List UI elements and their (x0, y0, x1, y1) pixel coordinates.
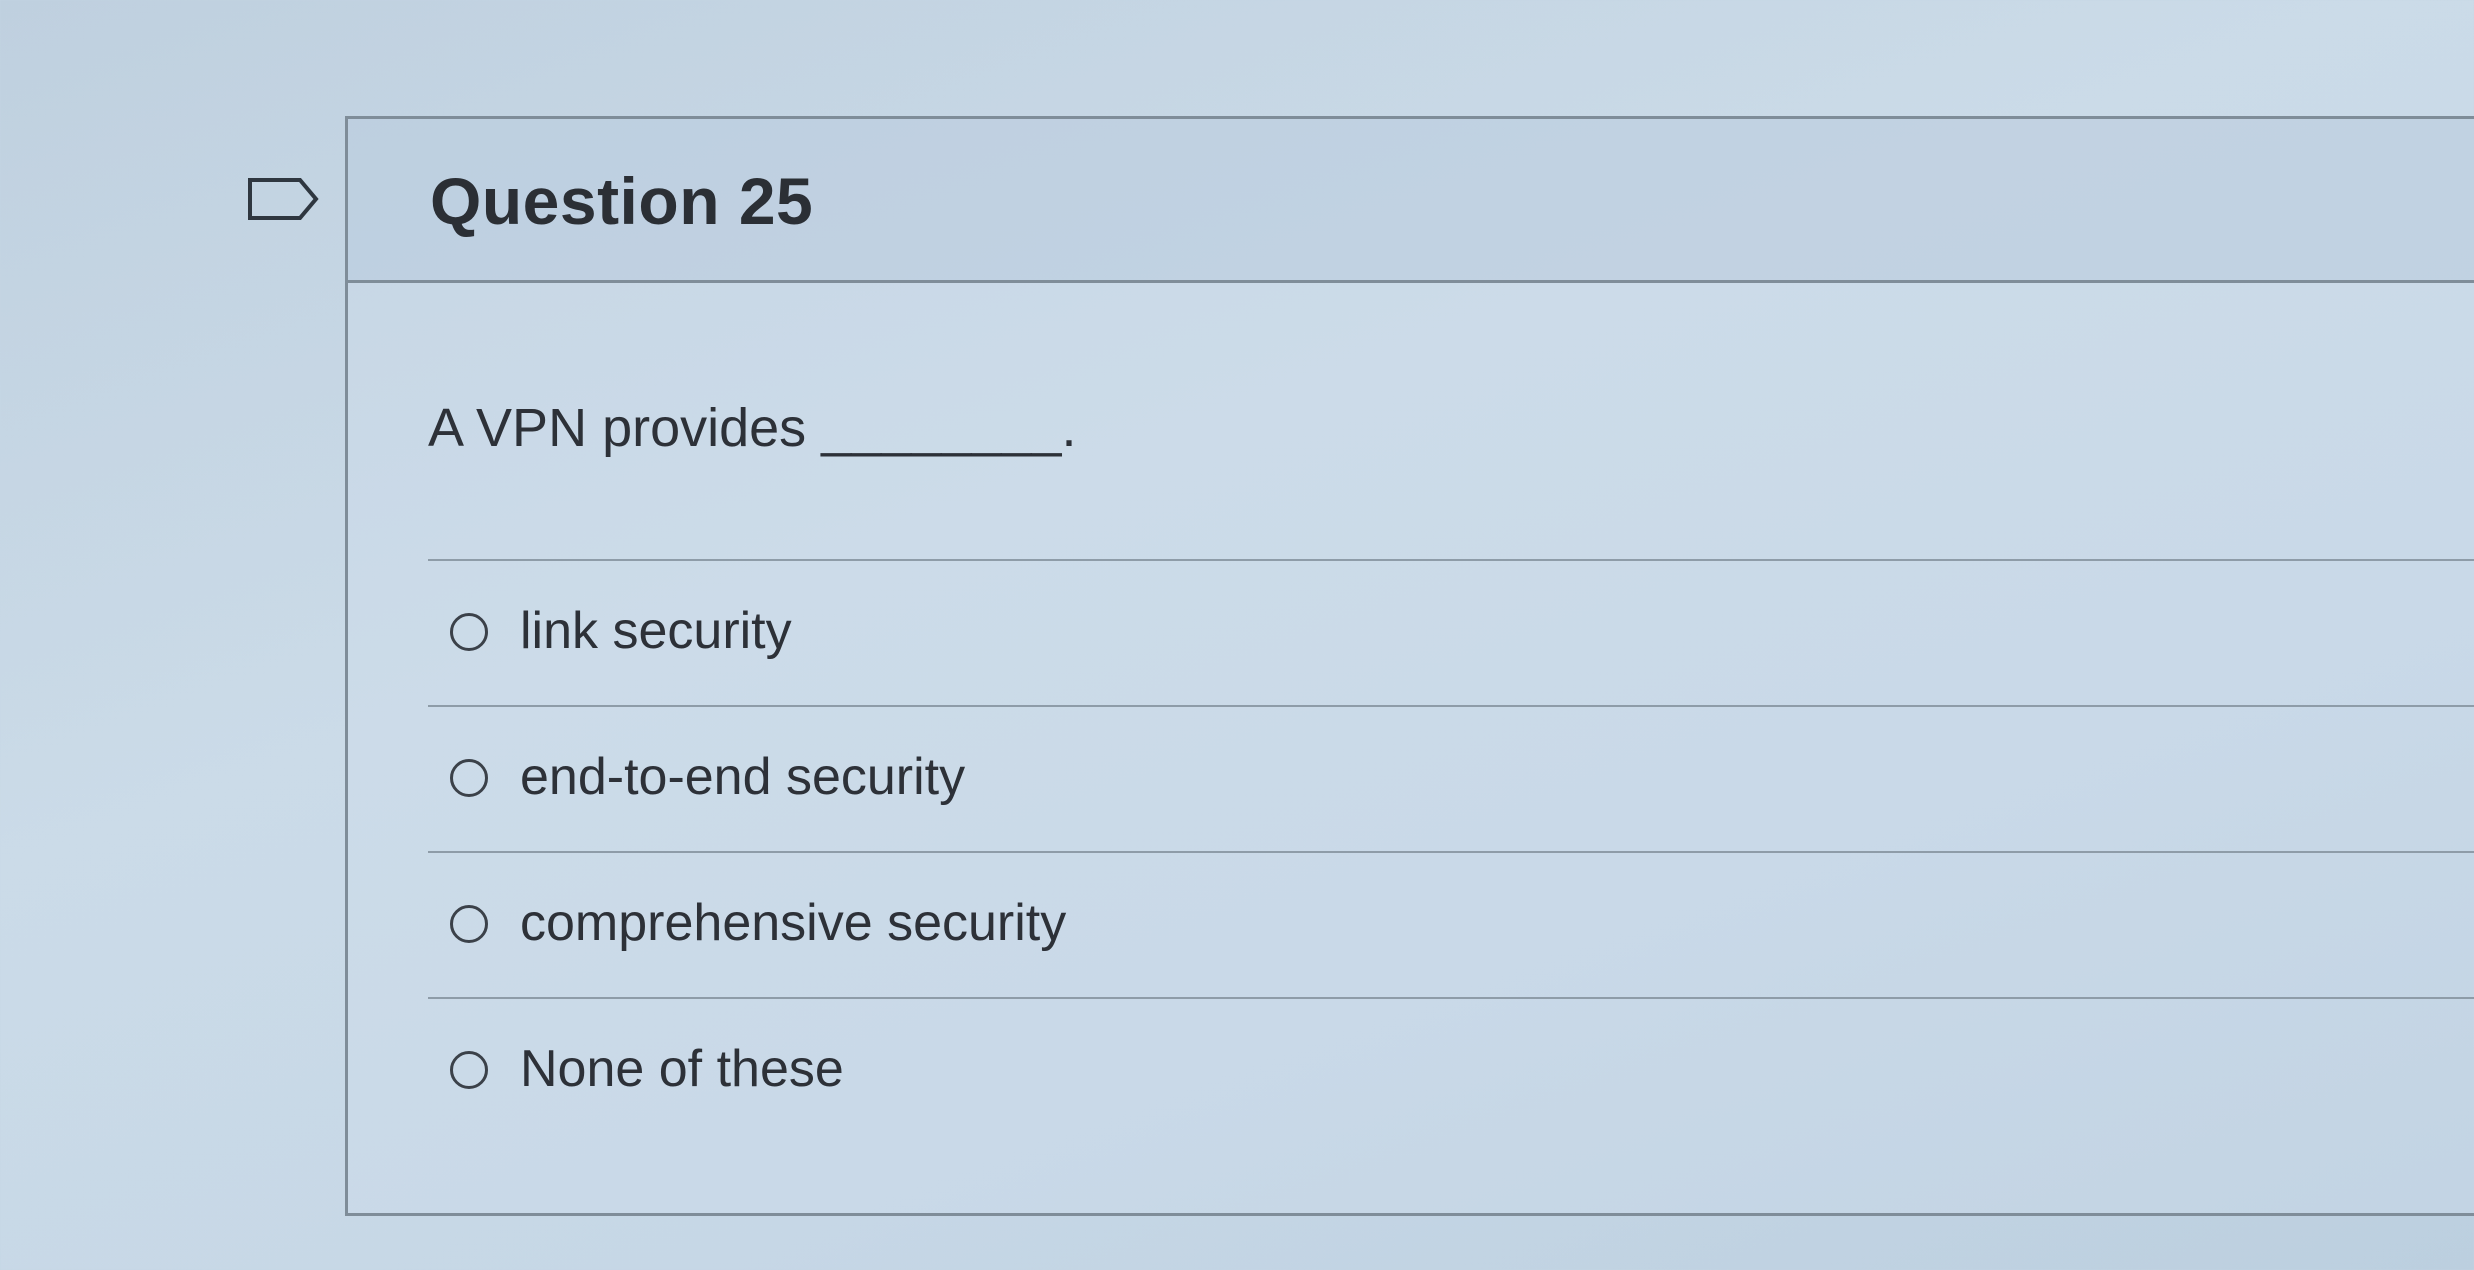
radio-button[interactable] (450, 759, 488, 797)
answer-list: link security end-to-end security compre… (428, 559, 2474, 1143)
answer-option[interactable]: link security (428, 561, 2474, 705)
radio-button[interactable] (450, 905, 488, 943)
question-card: Question 25 A VPN provides ________. lin… (345, 116, 2474, 1216)
question-title: Question 25 (430, 164, 814, 238)
answer-label: comprehensive security (520, 894, 1067, 952)
flag-outline-icon (248, 178, 319, 220)
answer-label: None of these (520, 1040, 844, 1098)
radio-button[interactable] (450, 613, 488, 651)
answer-option[interactable]: comprehensive security (428, 853, 2474, 997)
question-header: Question 25 (348, 119, 2474, 283)
question-text: A VPN provides ________. (428, 398, 1077, 458)
answer-option[interactable]: None of these (428, 999, 2474, 1143)
answer-option[interactable]: end-to-end security (428, 707, 2474, 851)
answer-label: end-to-end security (520, 748, 966, 806)
radio-button[interactable] (450, 1051, 488, 1089)
flag-question-icon[interactable] (246, 176, 322, 222)
answer-label: link security (520, 602, 792, 660)
